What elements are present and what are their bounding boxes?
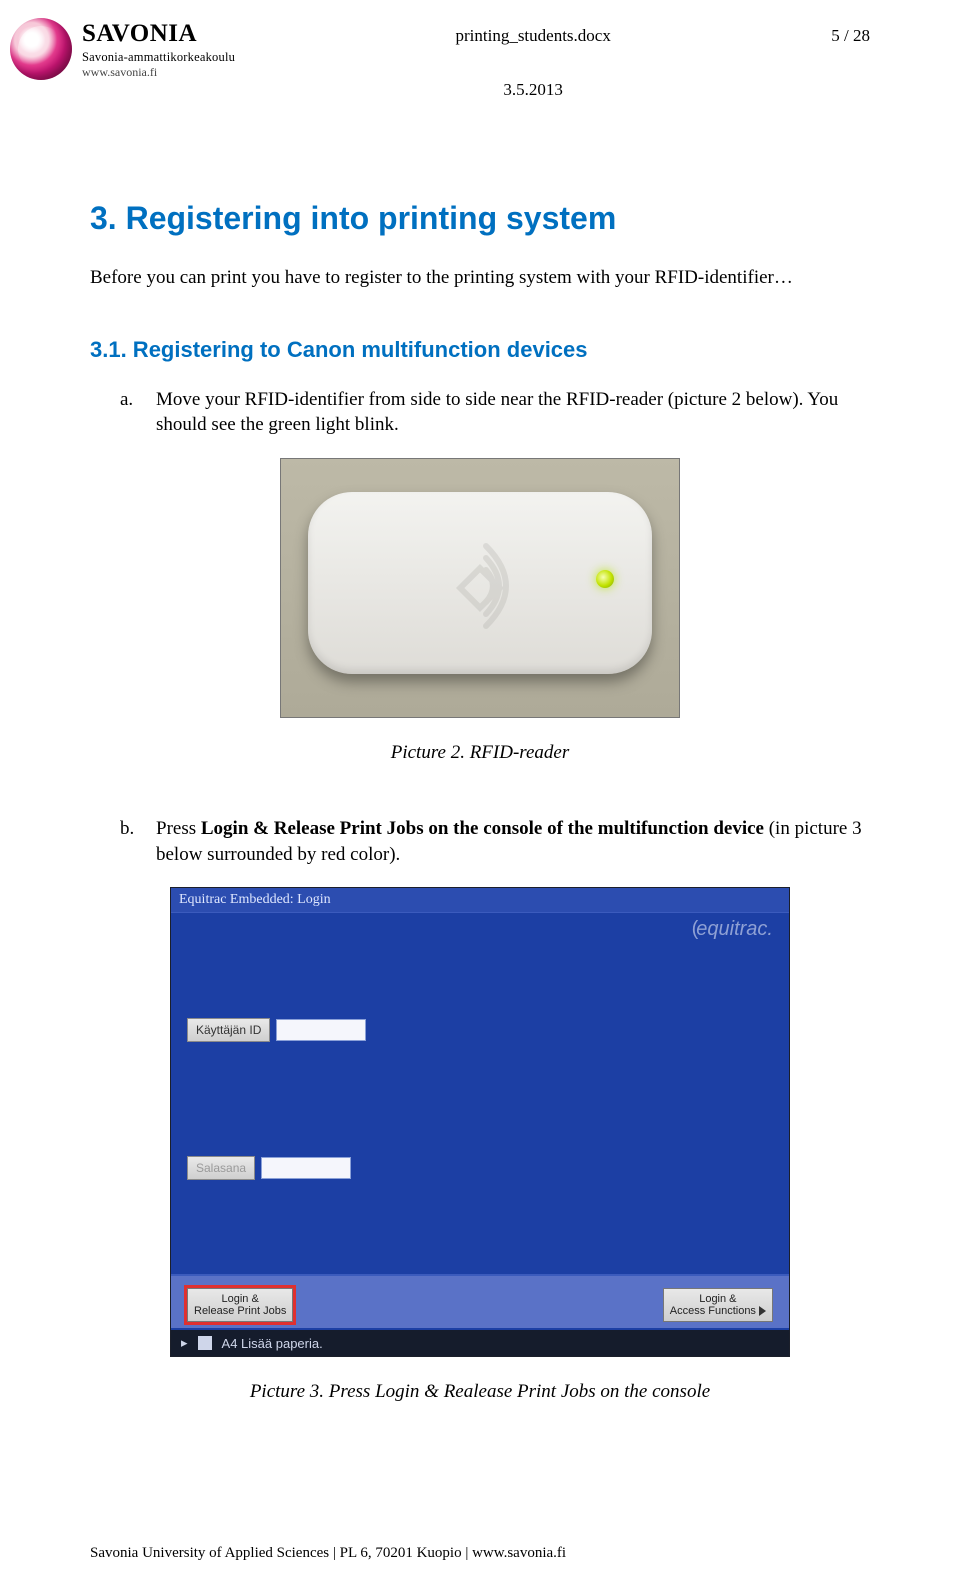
- figure-2: Picture 2. RFID-reader: [90, 458, 870, 792]
- password-field[interactable]: Salasana: [187, 1156, 351, 1180]
- user-id-field[interactable]: Käyttäjän ID: [187, 1018, 366, 1042]
- heading-1: 3. Registering into printing system: [90, 200, 870, 237]
- login-release-print-jobs-button[interactable]: Login & Release Print Jobs: [187, 1288, 293, 1322]
- document-date: 3.5.2013: [503, 80, 563, 100]
- user-id-input[interactable]: [276, 1019, 366, 1041]
- document-filename: printing_students.docx: [455, 26, 610, 46]
- step-a-marker: a.: [120, 387, 142, 438]
- page-number: 5 / 28: [831, 18, 870, 46]
- status-text: A4 Lisää paperia.: [222, 1336, 323, 1351]
- console-screenshot: Equitrac Embedded: Login equitrac. Käytt…: [170, 887, 790, 1357]
- step-a-text: Move your RFID-identifier from side to s…: [156, 387, 870, 438]
- logo-name: SAVONIA: [82, 20, 235, 48]
- logo-subtitle: Savonia-ammattikorkeakoulu: [82, 50, 235, 65]
- password-input[interactable]: [261, 1157, 351, 1179]
- figure-3-caption: Picture 3. Press Login & Realease Print …: [250, 1381, 710, 1403]
- rfid-led-icon: [596, 570, 614, 588]
- heading-2: 3.1. Registering to Canon multifunction …: [90, 337, 870, 363]
- user-id-label-button[interactable]: Käyttäjän ID: [187, 1018, 270, 1042]
- paper-status-icon: [198, 1336, 212, 1350]
- logo-url: www.savonia.fi: [82, 65, 235, 80]
- rfid-waves-icon: [426, 536, 546, 636]
- step-a: a. Move your RFID-identifier from side t…: [120, 387, 870, 438]
- logo: SAVONIA Savonia-ammattikorkeakoulu www.s…: [10, 18, 235, 80]
- equitrac-brand: equitrac.: [692, 918, 773, 941]
- password-label-button[interactable]: Salasana: [187, 1156, 255, 1180]
- page-body: 3. Registering into printing system Befo…: [0, 100, 960, 1431]
- chevron-right-icon: [759, 1306, 766, 1316]
- rfid-reader-photo: [280, 458, 680, 718]
- login-access-functions-button[interactable]: Login & Access Functions: [663, 1288, 773, 1322]
- page-header: SAVONIA Savonia-ammattikorkeakoulu www.s…: [0, 0, 960, 100]
- intro-paragraph: Before you can print you have to registe…: [90, 265, 870, 291]
- status-arrow-icon: ▸: [181, 1335, 188, 1351]
- step-b-marker: b.: [120, 816, 142, 867]
- figure-2-caption: Picture 2. RFID-reader: [391, 742, 570, 764]
- savonia-logo-icon: [10, 18, 72, 80]
- step-b: b. Press Login & Release Print Jobs on t…: [120, 816, 870, 867]
- page-footer: Savonia University of Applied Sciences |…: [90, 1545, 566, 1562]
- figure-3: Equitrac Embedded: Login equitrac. Käytt…: [90, 887, 870, 1431]
- console-titlebar: Equitrac Embedded: Login: [171, 888, 789, 913]
- console-status-strip: ▸ A4 Lisää paperia.: [171, 1330, 789, 1356]
- step-b-text: Press Login & Release Print Jobs on the …: [156, 816, 870, 867]
